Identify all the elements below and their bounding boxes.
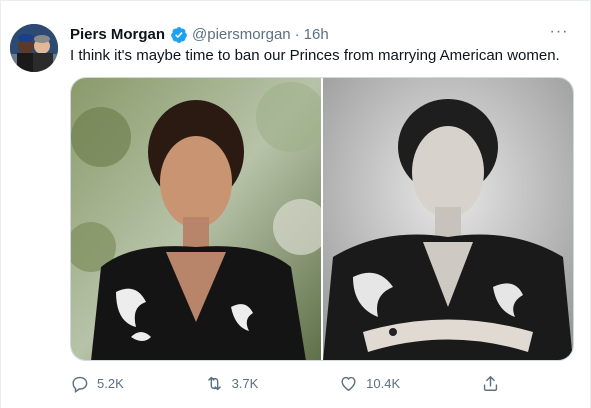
- author-name[interactable]: Piers Morgan: [70, 25, 165, 45]
- retweet-count: 3.7K: [231, 375, 259, 391]
- verified-badge-icon: [170, 26, 188, 44]
- separator-dot: ·: [294, 26, 300, 43]
- share-button[interactable]: [481, 374, 500, 393]
- heart-icon: [339, 374, 358, 393]
- retweet-icon: [205, 374, 224, 393]
- tweet-media[interactable]: [70, 77, 574, 361]
- reply-icon: [70, 374, 89, 393]
- tweet-text: I think it's maybe time to ban our Princ…: [70, 47, 560, 64]
- photo-left[interactable]: [71, 78, 321, 360]
- author-handle[interactable]: @piersmorgan: [192, 25, 291, 45]
- tweet-actions: 5.2K 3.7K 10.4K: [70, 371, 500, 395]
- reply-count: 5.2K: [97, 375, 124, 391]
- share-icon: [481, 374, 500, 393]
- retweet-button[interactable]: 3.7K: [205, 374, 259, 393]
- tweet-card[interactable]: Piers Morgan @piersmorgan · 16h ··· I th…: [0, 0, 591, 408]
- tweet-header: Piers Morgan @piersmorgan · 16h: [70, 25, 329, 45]
- reply-button[interactable]: 5.2K: [70, 374, 124, 393]
- timestamp[interactable]: 16h: [304, 25, 329, 45]
- like-button[interactable]: 10.4K: [339, 374, 400, 393]
- like-count: 10.4K: [366, 375, 401, 391]
- more-options-button[interactable]: ···: [548, 24, 570, 45]
- photo-right[interactable]: [323, 78, 573, 360]
- avatar[interactable]: [10, 24, 58, 72]
